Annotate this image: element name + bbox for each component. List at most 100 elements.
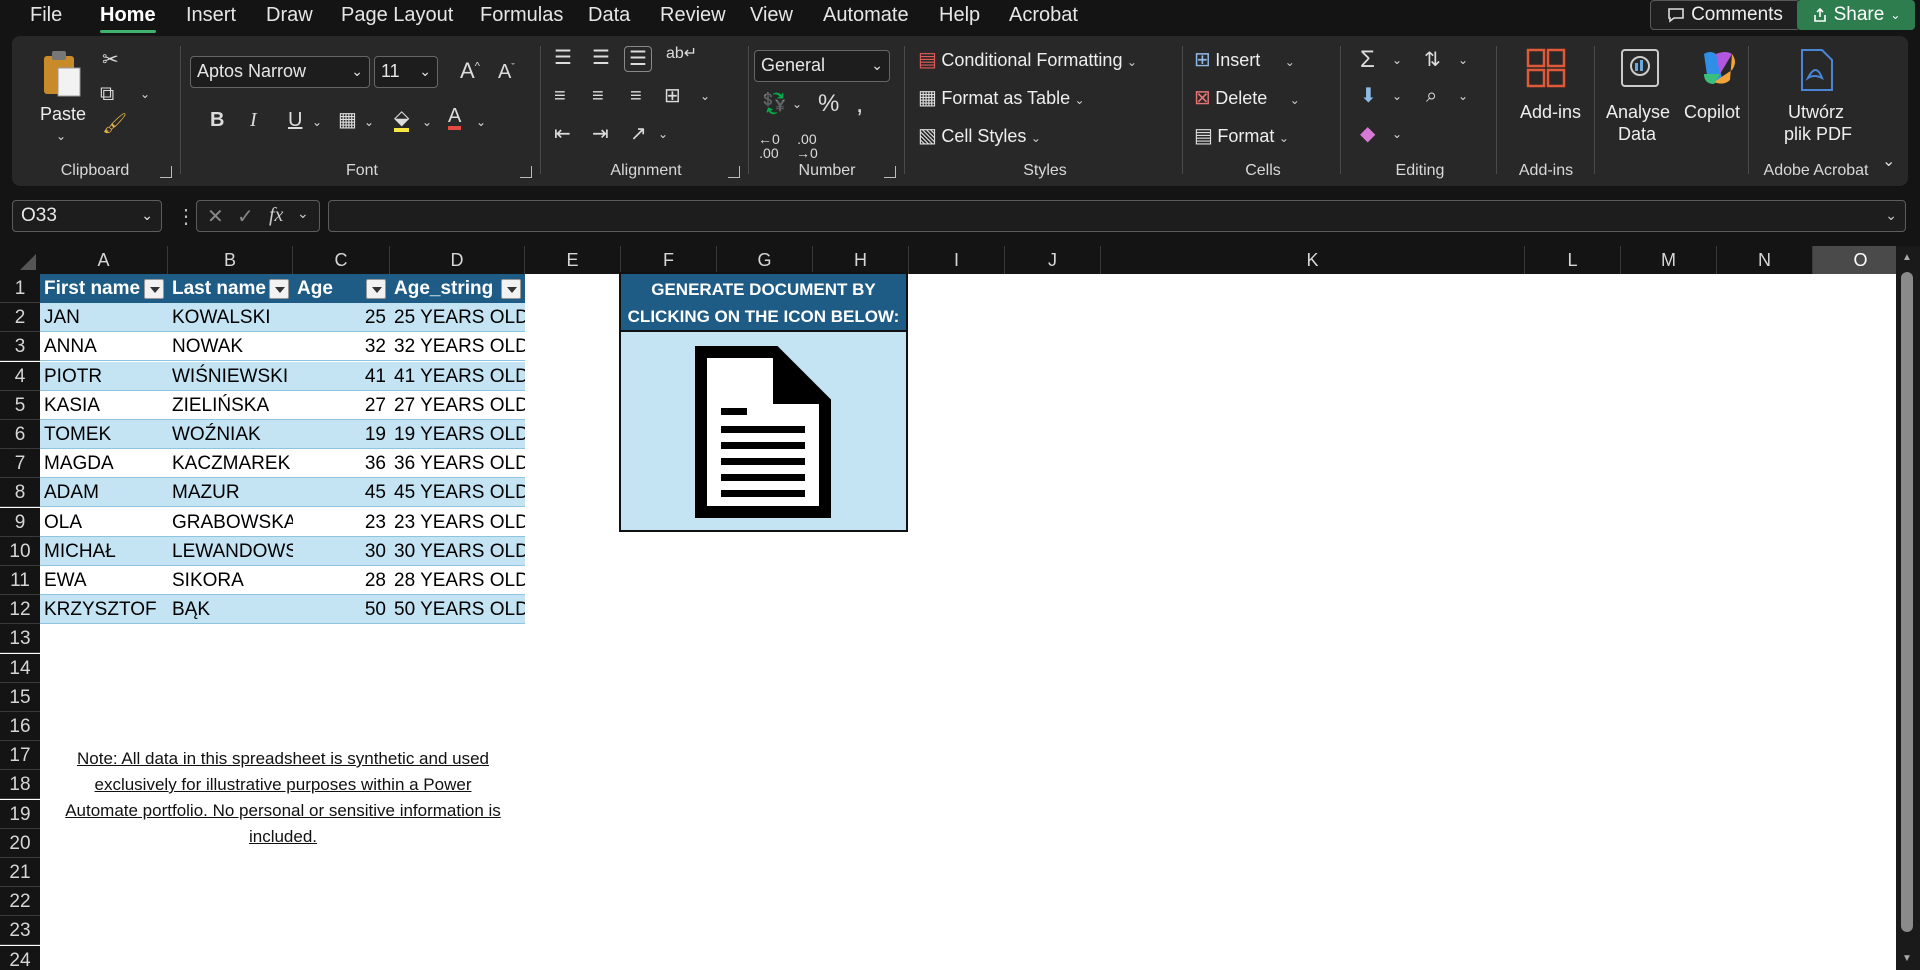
- tab-file[interactable]: File: [30, 4, 62, 27]
- conditional-formatting-button[interactable]: ▤ Conditional Formatting ⌄: [918, 50, 1137, 71]
- number-launcher-icon[interactable]: [884, 166, 896, 178]
- align-bottom-icon[interactable]: ☰: [624, 46, 652, 72]
- table-cell-age-string[interactable]: 32 YEARS OLD: [390, 332, 525, 362]
- sort-filter-icon[interactable]: ⇅: [1424, 50, 1441, 70]
- tab-view[interactable]: View: [750, 4, 793, 27]
- scroll-up-icon[interactable]: ▲: [1902, 252, 1912, 263]
- decrease-indent-icon[interactable]: ⇤: [554, 124, 571, 144]
- column-header-e[interactable]: E: [525, 246, 621, 274]
- document-icon[interactable]: [695, 346, 831, 518]
- borders-icon[interactable]: ▦: [338, 110, 357, 130]
- accounting-format-icon[interactable]: 💱: [762, 94, 787, 114]
- table-cell-last-name[interactable]: WIŚNIEWSKI: [168, 361, 293, 391]
- row-header-1[interactable]: 1: [0, 274, 40, 303]
- row-header-3[interactable]: 3: [0, 332, 40, 362]
- font-color-icon[interactable]: A: [448, 106, 462, 130]
- row-header-8[interactable]: 8: [0, 478, 40, 508]
- table-cell-first-name[interactable]: MAGDA: [40, 449, 168, 479]
- row-header-6[interactable]: 6: [0, 420, 40, 449]
- column-header-l[interactable]: L: [1525, 246, 1621, 274]
- paste-button[interactable]: Paste: [40, 104, 86, 125]
- select-all-button[interactable]: [0, 246, 40, 274]
- row-header-4[interactable]: 4: [0, 361, 40, 391]
- row-header-19[interactable]: 19: [0, 799, 40, 829]
- scrollbar-thumb[interactable]: [1901, 272, 1913, 932]
- row-header-9[interactable]: 9: [0, 507, 40, 537]
- table-cell-age[interactable]: 36: [293, 449, 390, 479]
- find-select-icon[interactable]: ⌕: [1426, 86, 1437, 106]
- chevron-down-icon[interactable]: ⌄: [476, 116, 486, 128]
- row-header-23[interactable]: 23: [0, 916, 40, 946]
- chevron-down-icon[interactable]: ⌄: [1392, 128, 1402, 140]
- table-cell-age[interactable]: 23: [293, 507, 390, 537]
- table-cell-first-name[interactable]: KASIA: [40, 390, 168, 420]
- table-cell-age-string[interactable]: 23 YEARS OLD: [390, 507, 525, 537]
- column-header-g[interactable]: G: [717, 246, 813, 274]
- bold-button[interactable]: B: [210, 110, 224, 130]
- increase-font-icon[interactable]: A^: [460, 60, 480, 82]
- fill-icon[interactable]: ⬇: [1360, 86, 1377, 106]
- chevron-down-icon[interactable]: ⌄: [1458, 90, 1468, 102]
- column-header-f[interactable]: F: [621, 246, 717, 274]
- table-cell-age[interactable]: 50: [293, 595, 390, 625]
- increase-decimal-icon[interactable]: ←0.00: [758, 132, 780, 160]
- row-header-17[interactable]: 17: [0, 741, 40, 771]
- table-cell-last-name[interactable]: GRABOWSKA: [168, 507, 293, 537]
- table-cell-age-string[interactable]: 27 YEARS OLD: [390, 390, 525, 420]
- tab-draw[interactable]: Draw: [266, 4, 313, 27]
- insert-cells-button[interactable]: ⊞ Insert ⌄: [1194, 50, 1295, 71]
- table-cell-age-string[interactable]: 41 YEARS OLD: [390, 361, 525, 391]
- comma-style-icon[interactable]: ,: [856, 90, 863, 116]
- share-button[interactable]: Share ⌄: [1797, 0, 1915, 30]
- filter-dropdown-icon[interactable]: [144, 279, 164, 299]
- row-header-24[interactable]: 24: [0, 945, 40, 970]
- table-cell-last-name[interactable]: MAZUR: [168, 478, 293, 508]
- row-header-13[interactable]: 13: [0, 624, 40, 654]
- create-pdf-line2[interactable]: plik PDF: [1784, 124, 1852, 145]
- column-header-d[interactable]: D: [390, 246, 525, 274]
- italic-button[interactable]: I: [250, 110, 257, 130]
- table-cell-first-name[interactable]: PIOTR: [40, 361, 168, 391]
- table-cell-first-name[interactable]: EWA: [40, 566, 168, 595]
- format-cells-button[interactable]: ▤ Format ⌄: [1194, 126, 1289, 147]
- addins-button[interactable]: Add-ins: [1520, 102, 1581, 123]
- worksheet-grid[interactable]: ABCDEFGHIJKLMNO 1 2 3 4 5 6 7 8 9 10 11 12 13 14 15 16 1…: [0, 246, 1920, 970]
- align-left-icon[interactable]: ≡: [554, 86, 566, 106]
- chevron-down-icon[interactable]: ⌄: [1392, 54, 1402, 66]
- table-cell-first-name[interactable]: OLA: [40, 507, 168, 537]
- table-header-last-name[interactable]: Last name: [168, 274, 293, 303]
- expand-formula-icon[interactable]: ⌄: [1885, 207, 1897, 224]
- table-cell-age-string[interactable]: 30 YEARS OLD: [390, 536, 525, 566]
- enter-icon[interactable]: ✓: [237, 204, 254, 229]
- table-cell-age[interactable]: 27: [293, 390, 390, 420]
- row-header-11[interactable]: 11: [0, 566, 40, 595]
- table-cell-last-name[interactable]: ZIELIŃSKA: [168, 390, 293, 420]
- table-cell-age[interactable]: 41: [293, 361, 390, 391]
- formula-input[interactable]: ⌄: [328, 200, 1906, 232]
- column-header-b[interactable]: B: [168, 246, 293, 274]
- table-cell-first-name[interactable]: JAN: [40, 303, 168, 333]
- more-options-icon[interactable]: ⋮: [176, 204, 196, 229]
- chevron-down-icon[interactable]: ⌄: [658, 128, 668, 140]
- table-header-age-string[interactable]: Age_string: [390, 274, 525, 303]
- font-name-select[interactable]: Aptos Narrow ⌄: [190, 56, 370, 88]
- table-cell-age-string[interactable]: 36 YEARS OLD: [390, 449, 525, 479]
- table-cell-age-string[interactable]: 19 YEARS OLD: [390, 420, 525, 449]
- table-cell-first-name[interactable]: ADAM: [40, 478, 168, 508]
- table-cell-age[interactable]: 32: [293, 332, 390, 362]
- row-header-14[interactable]: 14: [0, 653, 40, 683]
- row-header-7[interactable]: 7: [0, 449, 40, 479]
- row-header-15[interactable]: 15: [0, 682, 40, 712]
- analyse-data-button[interactable]: Analyse Data: [1600, 42, 1680, 186]
- column-header-a[interactable]: A: [40, 246, 168, 274]
- row-header-20[interactable]: 20: [0, 828, 40, 858]
- tab-help[interactable]: Help: [939, 4, 980, 27]
- tab-review[interactable]: Review: [660, 4, 726, 27]
- table-cell-age[interactable]: 30: [293, 536, 390, 566]
- row-header-18[interactable]: 18: [0, 770, 40, 800]
- merge-center-icon[interactable]: ⊞: [664, 86, 681, 106]
- comments-button[interactable]: Comments: [1650, 0, 1800, 30]
- align-top-icon[interactable]: ☰: [554, 48, 572, 68]
- column-header-h[interactable]: H: [813, 246, 909, 274]
- table-header-age[interactable]: Age: [293, 274, 390, 303]
